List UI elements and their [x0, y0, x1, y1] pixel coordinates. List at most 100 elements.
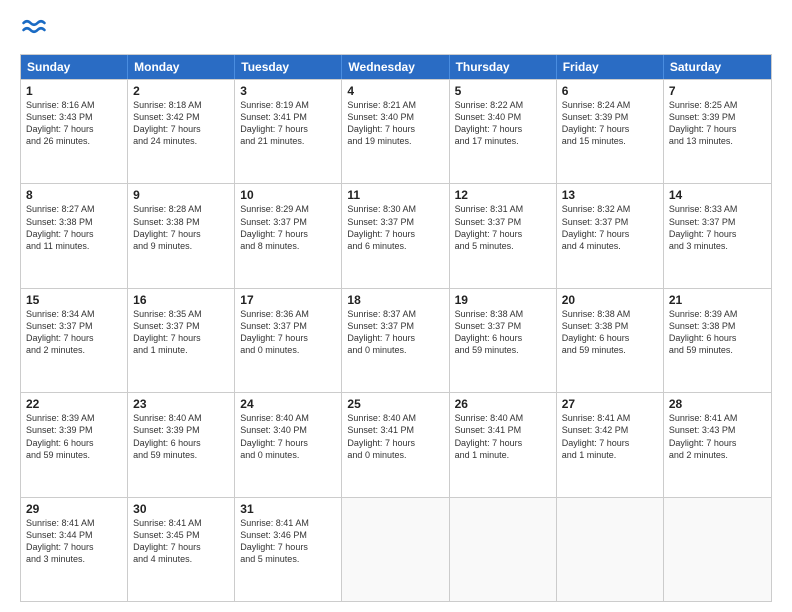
cell-info-line: Daylight: 7 hours [26, 123, 122, 135]
day-number: 30 [133, 502, 229, 516]
calendar-day-21: 21Sunrise: 8:39 AMSunset: 3:38 PMDayligh… [664, 289, 771, 392]
cell-info-line: Sunset: 3:39 PM [562, 111, 658, 123]
day-number: 1 [26, 84, 122, 98]
cell-info-line: Sunset: 3:37 PM [347, 320, 443, 332]
cell-info-line: Sunrise: 8:36 AM [240, 308, 336, 320]
day-number: 5 [455, 84, 551, 98]
calendar-day-10: 10Sunrise: 8:29 AMSunset: 3:37 PMDayligh… [235, 184, 342, 287]
cell-info-line: Sunrise: 8:37 AM [347, 308, 443, 320]
cell-info-line: Daylight: 7 hours [455, 123, 551, 135]
calendar-day-7: 7Sunrise: 8:25 AMSunset: 3:39 PMDaylight… [664, 80, 771, 183]
cell-info-line: Sunrise: 8:24 AM [562, 99, 658, 111]
cell-info-line: Daylight: 7 hours [669, 123, 766, 135]
cell-info-line: Sunset: 3:44 PM [26, 529, 122, 541]
calendar-week-1: 1Sunrise: 8:16 AMSunset: 3:43 PMDaylight… [21, 79, 771, 183]
day-number: 27 [562, 397, 658, 411]
cell-info-line: Sunset: 3:40 PM [240, 424, 336, 436]
cell-info-line: Sunrise: 8:28 AM [133, 203, 229, 215]
cell-info-line: Daylight: 7 hours [562, 123, 658, 135]
cell-info-line: Daylight: 7 hours [26, 541, 122, 553]
cell-info-line: Daylight: 7 hours [347, 228, 443, 240]
cell-info-line: Sunrise: 8:32 AM [562, 203, 658, 215]
day-number: 26 [455, 397, 551, 411]
cell-info-line: and 0 minutes. [347, 449, 443, 461]
calendar-day-13: 13Sunrise: 8:32 AMSunset: 3:37 PMDayligh… [557, 184, 664, 287]
cell-info-line: and 2 minutes. [26, 344, 122, 356]
cell-info-line: Daylight: 7 hours [347, 332, 443, 344]
cell-info-line: Daylight: 7 hours [26, 332, 122, 344]
cell-info-line: Sunrise: 8:30 AM [347, 203, 443, 215]
calendar-day-14: 14Sunrise: 8:33 AMSunset: 3:37 PMDayligh… [664, 184, 771, 287]
cell-info-line: Sunset: 3:39 PM [133, 424, 229, 436]
cell-info-line: Sunrise: 8:38 AM [455, 308, 551, 320]
cell-info-line: Sunrise: 8:40 AM [240, 412, 336, 424]
cell-info-line: Sunset: 3:39 PM [669, 111, 766, 123]
cell-info-line: Sunrise: 8:41 AM [26, 517, 122, 529]
header-day-saturday: Saturday [664, 55, 771, 79]
cell-info-line: Sunrise: 8:29 AM [240, 203, 336, 215]
calendar-day-9: 9Sunrise: 8:28 AMSunset: 3:38 PMDaylight… [128, 184, 235, 287]
cell-info-line: Sunrise: 8:19 AM [240, 99, 336, 111]
cell-info-line: Sunset: 3:37 PM [133, 320, 229, 332]
calendar-day-11: 11Sunrise: 8:30 AMSunset: 3:37 PMDayligh… [342, 184, 449, 287]
calendar-day-23: 23Sunrise: 8:40 AMSunset: 3:39 PMDayligh… [128, 393, 235, 496]
day-number: 12 [455, 188, 551, 202]
day-number: 31 [240, 502, 336, 516]
cell-info-line: Sunset: 3:39 PM [26, 424, 122, 436]
cell-info-line: and 5 minutes. [240, 553, 336, 565]
cell-info-line: and 59 minutes. [669, 344, 766, 356]
cell-info-line: Daylight: 7 hours [669, 437, 766, 449]
calendar-day-24: 24Sunrise: 8:40 AMSunset: 3:40 PMDayligh… [235, 393, 342, 496]
calendar-day-20: 20Sunrise: 8:38 AMSunset: 3:38 PMDayligh… [557, 289, 664, 392]
cell-info-line: Daylight: 7 hours [133, 541, 229, 553]
calendar-day-12: 12Sunrise: 8:31 AMSunset: 3:37 PMDayligh… [450, 184, 557, 287]
calendar-week-2: 8Sunrise: 8:27 AMSunset: 3:38 PMDaylight… [21, 183, 771, 287]
calendar-empty-cell [450, 498, 557, 601]
cell-info-line: and 21 minutes. [240, 135, 336, 147]
cell-info-line: and 59 minutes. [133, 449, 229, 461]
logo [20, 16, 52, 44]
day-number: 23 [133, 397, 229, 411]
page: SundayMondayTuesdayWednesdayThursdayFrid… [0, 0, 792, 612]
calendar-day-26: 26Sunrise: 8:40 AMSunset: 3:41 PMDayligh… [450, 393, 557, 496]
cell-info-line: Daylight: 7 hours [133, 332, 229, 344]
cell-info-line: and 5 minutes. [455, 240, 551, 252]
cell-info-line: Daylight: 7 hours [669, 228, 766, 240]
calendar-day-27: 27Sunrise: 8:41 AMSunset: 3:42 PMDayligh… [557, 393, 664, 496]
cell-info-line: and 9 minutes. [133, 240, 229, 252]
cell-info-line: Sunrise: 8:40 AM [133, 412, 229, 424]
header-day-tuesday: Tuesday [235, 55, 342, 79]
day-number: 10 [240, 188, 336, 202]
cell-info-line: Sunset: 3:40 PM [455, 111, 551, 123]
cell-info-line: Daylight: 7 hours [562, 228, 658, 240]
header-day-friday: Friday [557, 55, 664, 79]
calendar-body: 1Sunrise: 8:16 AMSunset: 3:43 PMDaylight… [21, 79, 771, 601]
calendar-day-19: 19Sunrise: 8:38 AMSunset: 3:37 PMDayligh… [450, 289, 557, 392]
cell-info-line: and 59 minutes. [455, 344, 551, 356]
cell-info-line: Sunset: 3:38 PM [669, 320, 766, 332]
cell-info-line: Sunrise: 8:39 AM [669, 308, 766, 320]
header-day-thursday: Thursday [450, 55, 557, 79]
header-day-monday: Monday [128, 55, 235, 79]
cell-info-line: and 15 minutes. [562, 135, 658, 147]
calendar-day-2: 2Sunrise: 8:18 AMSunset: 3:42 PMDaylight… [128, 80, 235, 183]
cell-info-line: Daylight: 7 hours [562, 437, 658, 449]
cell-info-line: Sunrise: 8:41 AM [133, 517, 229, 529]
calendar-day-31: 31Sunrise: 8:41 AMSunset: 3:46 PMDayligh… [235, 498, 342, 601]
day-number: 22 [26, 397, 122, 411]
cell-info-line: Sunset: 3:37 PM [26, 320, 122, 332]
cell-info-line: and 1 minute. [455, 449, 551, 461]
day-number: 20 [562, 293, 658, 307]
cell-info-line: Sunset: 3:40 PM [347, 111, 443, 123]
cell-info-line: Sunset: 3:42 PM [133, 111, 229, 123]
cell-info-line: Daylight: 6 hours [669, 332, 766, 344]
cell-info-line: Sunrise: 8:38 AM [562, 308, 658, 320]
cell-info-line: Sunset: 3:43 PM [669, 424, 766, 436]
calendar-empty-cell [557, 498, 664, 601]
calendar-day-18: 18Sunrise: 8:37 AMSunset: 3:37 PMDayligh… [342, 289, 449, 392]
cell-info-line: Daylight: 6 hours [455, 332, 551, 344]
calendar: SundayMondayTuesdayWednesdayThursdayFrid… [20, 54, 772, 602]
cell-info-line: Daylight: 6 hours [562, 332, 658, 344]
cell-info-line: Daylight: 7 hours [240, 332, 336, 344]
day-number: 14 [669, 188, 766, 202]
